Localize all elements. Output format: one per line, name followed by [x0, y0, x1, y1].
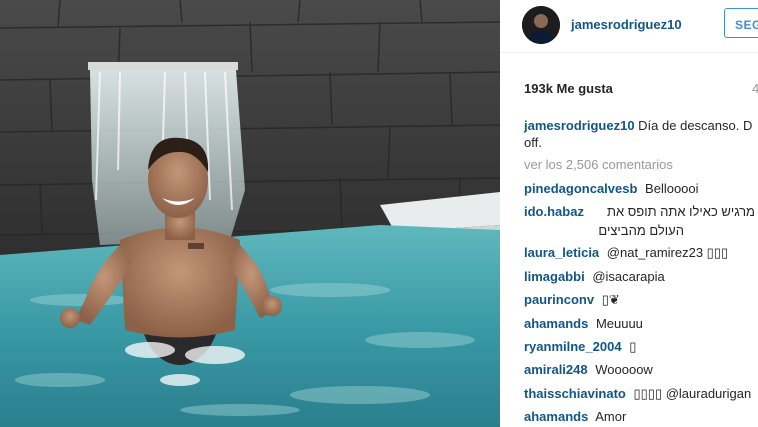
comment-text: Meuuuu	[595, 316, 643, 331]
avatar-image	[522, 6, 560, 44]
caption-text: Día de descanso. D	[638, 118, 753, 133]
comment-text: ▯▯▯▯ @lauradurigan	[633, 386, 752, 401]
comment-item: pinedagoncalvesb Bellooooi	[524, 180, 758, 197]
comment-item: ido.habaz אתה מרגיש כאילו אתה תופס את הע…	[524, 203, 758, 243]
comment-username[interactable]: ahamands	[524, 316, 588, 331]
comment-item: ahamands Meuuuu	[524, 315, 758, 332]
comment-item: paurinconv ▯❦	[524, 291, 758, 308]
follow-button[interactable]: SEG	[724, 8, 758, 38]
post-header: jamesrodriguez10 SEG	[500, 0, 758, 53]
comment-username[interactable]: ryanmilne_2004	[524, 339, 622, 354]
author-avatar[interactable]	[522, 6, 560, 44]
comment-username[interactable]: pinedagoncalvesb	[524, 181, 637, 196]
comment-text: Amor	[595, 409, 627, 424]
pool-waterfall-image	[0, 0, 500, 427]
comment-text: אתה מרגיש כאילו אתה תופס את	[606, 204, 758, 219]
comment-username[interactable]: amirali248	[524, 362, 588, 377]
comment-item: limagabbi @isacarapia	[524, 268, 758, 285]
comment-text-continued: העולם מהביצים	[598, 223, 684, 238]
comment-username[interactable]: paurinconv	[524, 292, 594, 307]
comment-username[interactable]: limagabbi	[524, 269, 585, 284]
view-all-comments-link[interactable]: ver los 2,506 comentarios	[524, 157, 673, 172]
comment-item: ahamands Amor	[524, 408, 758, 425]
post-time[interactable]: 4	[752, 81, 758, 96]
comment-username[interactable]: ahamands	[524, 409, 588, 424]
caption-text-continued: off.	[524, 135, 542, 150]
comment-text: ▯	[629, 339, 637, 354]
post-sidebar: jamesrodriguez10 SEG 193k Me gusta 4 jam…	[500, 0, 758, 427]
post-photo	[0, 0, 500, 427]
likes-count[interactable]: 193k Me gusta	[524, 81, 613, 96]
post-caption: jamesrodriguez10 Día de descanso. D off.	[524, 117, 758, 151]
comment-username[interactable]: laura_leticia	[524, 245, 599, 260]
comment-text: @isacarapia	[592, 269, 665, 284]
comment-username[interactable]: thaisschiavinato	[524, 386, 626, 401]
comment-text: @nat_ramirez23 ▯▯▯	[606, 245, 729, 260]
comment-item: ryanmilne_2004 ▯	[524, 338, 758, 355]
comment-item: amirali248 Wooooow	[524, 361, 758, 378]
comment-item: thaisschiavinato ▯▯▯▯ @lauradurigan	[524, 385, 758, 402]
comment-text: Wooooow	[595, 362, 653, 377]
author-username[interactable]: jamesrodriguez10	[571, 17, 682, 32]
comment-username[interactable]: ido.habaz	[524, 204, 584, 219]
comment-item: laura_leticia @nat_ramirez23 ▯▯▯	[524, 244, 758, 261]
comment-text: ▯❦	[601, 292, 620, 307]
caption-author[interactable]: jamesrodriguez10	[524, 118, 635, 133]
comment-text: Bellooooi	[645, 181, 699, 196]
